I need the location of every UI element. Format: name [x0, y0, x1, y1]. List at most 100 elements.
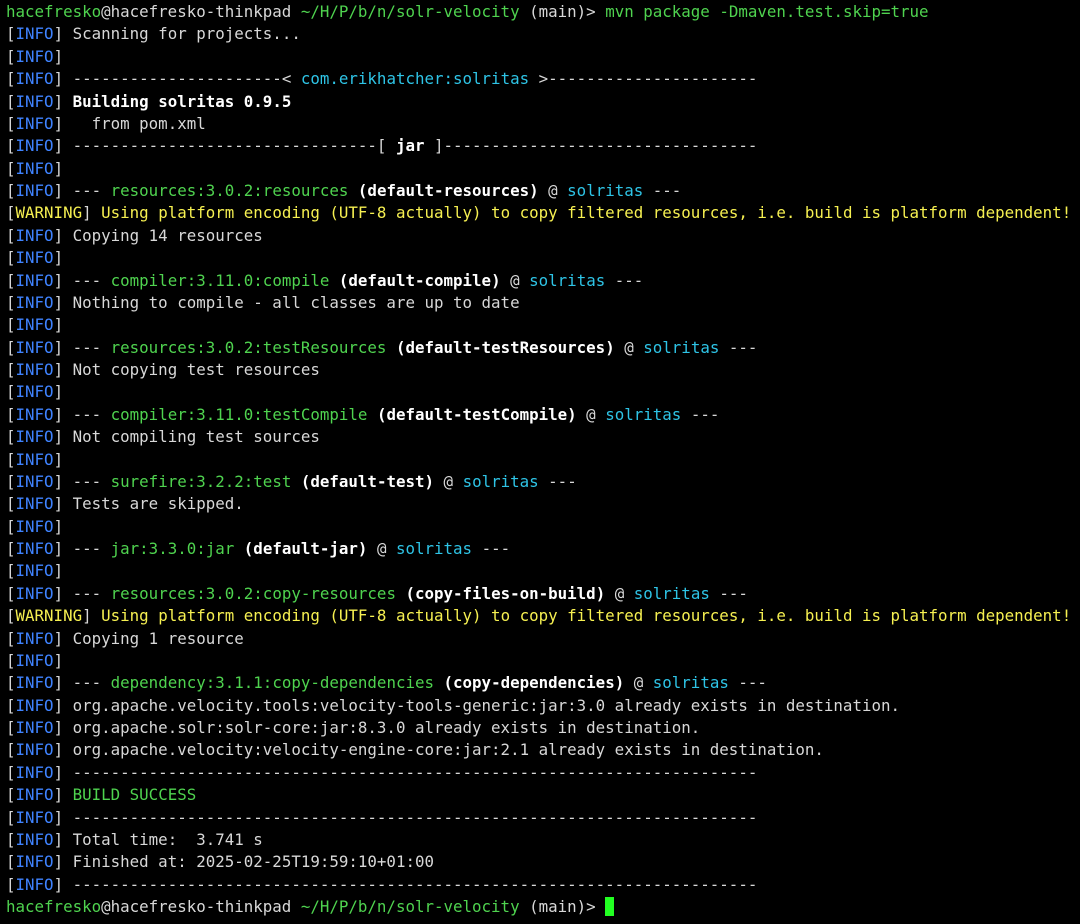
terminal-line: [INFO] Scanning for projects...	[6, 23, 1080, 45]
terminal-text-cyan: solritas	[605, 404, 682, 424]
terminal-text-blue: INFO	[15, 494, 54, 514]
terminal-text-default: ---	[709, 583, 748, 603]
terminal-text-default: ---	[728, 673, 767, 693]
terminal-text-default: [	[6, 225, 16, 245]
terminal-text-default: ]	[53, 650, 64, 670]
terminal-line: [WARNING] Using platform encoding (UTF-8…	[6, 202, 1080, 224]
terminal-text-blue: INFO	[15, 136, 54, 156]
terminal-text-default: ] --------------------------------[	[53, 136, 396, 156]
terminal-text-cyan: solritas	[633, 583, 710, 603]
terminal-text-green: ~/H/P/b/n/solr-velocity	[291, 897, 520, 916]
terminal-text-default: ] --------------------------------------…	[53, 807, 758, 827]
terminal-text-yellow: Using platform encoding (UTF-8 actually)…	[101, 203, 1072, 223]
terminal-text-default: ] ---	[53, 673, 111, 693]
terminal-text-default: ]	[53, 785, 73, 805]
terminal-text-green: resources:3.0.2:copy-resources	[110, 583, 396, 603]
terminal-text-default: ] org.apache.velocity.tools:velocity-too…	[53, 695, 900, 715]
terminal-text-white: (default-testCompile)	[367, 404, 577, 424]
terminal-line: [INFO] Nothing to compile - all classes …	[6, 292, 1080, 314]
terminal-text-default: [	[6, 46, 16, 66]
terminal-text-default: [	[6, 516, 16, 536]
terminal-line: [INFO]	[6, 449, 1080, 471]
terminal-text-cyan: solritas	[462, 471, 539, 491]
terminal-text-blue: INFO	[15, 315, 54, 335]
terminal-text-default: ] ---	[53, 471, 111, 491]
terminal-text-white: (default-compile)	[329, 270, 501, 290]
terminal-text-default: ]	[53, 158, 64, 178]
terminal-text-green: hacefresko	[6, 897, 102, 916]
terminal-line: [INFO] Copying 14 resources	[6, 225, 1080, 247]
terminal-text-default: @	[605, 583, 634, 603]
terminal-text-cyan: com.erikhatcher:solritas	[300, 69, 530, 89]
terminal-text-default: ]	[53, 315, 64, 335]
terminal-line: [INFO]	[6, 516, 1080, 538]
terminal-text-default: @	[500, 270, 530, 290]
terminal-text-green: resources:3.0.2:testResources	[110, 337, 387, 357]
terminal-text-cyan: solritas	[652, 673, 729, 693]
terminal-text-default: [	[6, 718, 16, 737]
terminal-text-blue: INFO	[15, 360, 54, 379]
terminal-line: [INFO] org.apache.velocity:velocity-engi…	[6, 739, 1080, 761]
terminal-text-default: [	[6, 695, 16, 715]
terminal-text-default: [	[6, 24, 16, 44]
terminal-line: [INFO] Building solritas 0.9.5	[6, 91, 1080, 113]
terminal-text-default: ] ---	[53, 404, 111, 424]
terminal-text-blue: INFO	[15, 785, 54, 805]
terminal-text-default: @	[367, 539, 396, 558]
terminal-text-blue: INFO	[15, 449, 54, 469]
shell-prompt-line: hacefresko@hacefresko-thinkpad ~/H/P/b/n…	[6, 896, 1080, 918]
terminal-text-default: ]	[53, 449, 64, 469]
terminal-text-cyan: solritas	[529, 270, 606, 290]
terminal-text-default: ] org.apache.velocity:velocity-engine-co…	[53, 740, 824, 760]
terminal-text-default: ] ---	[53, 337, 111, 357]
terminal-text-default: ]	[53, 382, 64, 402]
terminal-text-default: [	[6, 583, 16, 603]
terminal-line: [INFO] --------------------------------[…	[6, 135, 1080, 157]
terminal-text-blue: INFO	[15, 427, 54, 447]
terminal-text-default: ] Not compiling test sources	[53, 427, 320, 447]
terminal-text-green: resources:3.0.2:resources	[110, 181, 349, 200]
terminal-text-default: @	[624, 673, 653, 693]
terminal-text-white: (default-jar)	[234, 539, 368, 558]
terminal-text-default: [	[6, 762, 16, 782]
terminal-text-blue: INFO	[15, 404, 54, 424]
terminal-text-default: [	[6, 158, 16, 178]
terminal-text-yellow: WARNING	[15, 203, 83, 223]
terminal-text-default: [	[6, 494, 16, 514]
terminal-text-yellow: WARNING	[15, 606, 83, 626]
terminal-text-blue: INFO	[15, 471, 54, 491]
terminal-text-green: BUILD SUCCESS	[72, 785, 197, 805]
terminal-text-white: jar	[395, 136, 425, 156]
terminal-text-blue: INFO	[15, 650, 54, 670]
terminal-text-default: ] Nothing to compile - all classes are u…	[53, 292, 520, 312]
terminal-text-default: >----------------------	[529, 69, 758, 89]
terminal-line: [INFO]	[6, 158, 1080, 180]
terminal-text-default: [	[6, 650, 16, 670]
terminal-window[interactable]: hacefresko@hacefresko-thinkpad ~/H/P/b/n…	[0, 0, 1080, 924]
terminal-text-default: [	[6, 69, 16, 89]
terminal-text-default: [	[6, 181, 16, 200]
terminal-text-default: @	[434, 471, 463, 491]
terminal-text-default: [	[6, 539, 16, 558]
terminal-line: [INFO] Not copying test resources	[6, 359, 1080, 381]
terminal-line: [INFO] --- compiler:3.11.0:compile (defa…	[6, 270, 1080, 292]
terminal-text-blue: INFO	[15, 24, 54, 44]
terminal-text-green: hacefresko	[6, 2, 102, 21]
terminal-text-blue: INFO	[15, 718, 54, 737]
terminal-text-default: [	[6, 113, 16, 133]
terminal-line: [INFO] Not compiling test sources	[6, 426, 1080, 448]
terminal-text-default: (main)>	[519, 2, 606, 21]
terminal-text-default: [	[6, 292, 16, 312]
terminal-text-blue: INFO	[15, 158, 54, 178]
terminal-text-default: ] Tests are skipped.	[53, 494, 244, 514]
terminal-text-white: (copy-dependencies)	[434, 673, 625, 693]
terminal-text-default: ---	[719, 337, 758, 357]
terminal-line: [INFO] --- compiler:3.11.0:testCompile (…	[6, 404, 1080, 426]
terminal-text-default: ] ----------------------<	[53, 69, 301, 89]
terminal-text-white: Building solritas 0.9.5	[72, 91, 292, 111]
terminal-text-default: [	[6, 337, 16, 357]
terminal-line: [INFO] org.apache.solr:solr-core:jar:8.3…	[6, 717, 1080, 739]
terminal-text-blue: INFO	[15, 382, 54, 402]
terminal-line: [INFO] ---------------------------------…	[6, 807, 1080, 829]
terminal-text-green: jar:3.3.0:jar	[110, 539, 235, 558]
